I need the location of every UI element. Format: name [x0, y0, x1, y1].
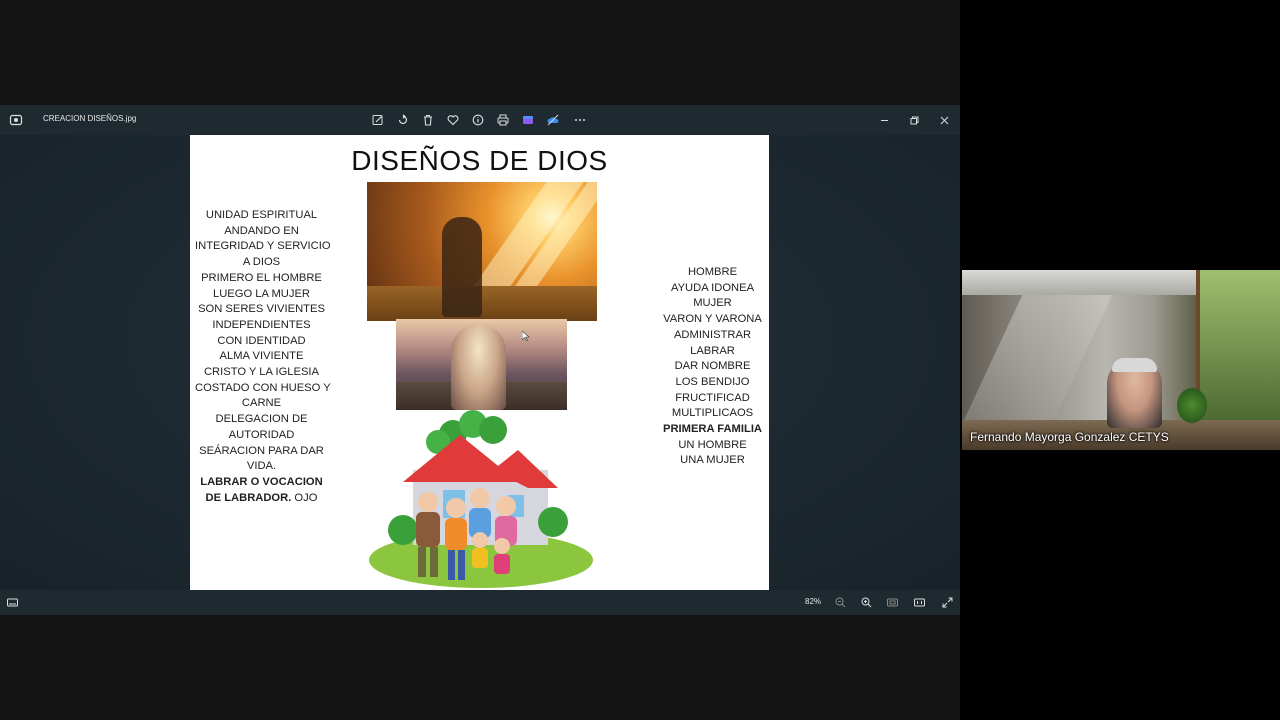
slide-image: DISEÑOS DE DIOS UNIDAD ESPIRITUAL ANDAND… [190, 135, 769, 590]
title-bar: CREACION DISEÑOS.jpg [0, 105, 960, 135]
fullscreen-icon[interactable] [941, 596, 954, 609]
zoom-level: 82% [805, 597, 822, 606]
praise-photo [367, 182, 597, 321]
left-bold-line: LABRAR O VOCACION [200, 475, 323, 488]
right-bold-line: PRIMERA FAMILIA [662, 423, 763, 436]
right-line: LABRAR [690, 344, 735, 357]
left-line: SON SERES VIVIENTES [198, 303, 325, 316]
right-line: ADMINISTRAR [673, 328, 752, 341]
favorite-icon[interactable] [445, 112, 461, 128]
left-line: PRIMERO EL HOMBRE [201, 271, 322, 284]
right-line: FRUCTIFICAD [675, 391, 750, 404]
left-line: DELEGACION DE [215, 413, 308, 426]
print-icon[interactable] [495, 112, 511, 128]
right-line: MULTIPLICAOS [671, 407, 754, 420]
slide-title: DISEÑOS DE DIOS [351, 145, 608, 176]
left-line: COSTADO CON HUESO Y [195, 381, 331, 394]
left-line: LUEGO LA MUJER [213, 287, 310, 300]
left-line: CRISTO Y LA IGLESIA [203, 366, 320, 379]
bottom-bar: 82% [0, 590, 960, 615]
actual-size-icon[interactable] [913, 596, 926, 609]
left-tail-text: OJO [291, 491, 318, 504]
right-line: LOS BENDIJO [675, 375, 750, 388]
photos-viewer-window: CREACION DISEÑOS.jpg DISEÑOS DE DIOS UNI… [0, 105, 960, 615]
right-line: AYUDA IDONEA [670, 281, 755, 294]
zoom-in-icon[interactable] [860, 596, 873, 609]
participant-video-tile[interactable]: Fernando Mayorga Gonzalez CETYS [962, 270, 1280, 450]
clipchamp-icon[interactable] [520, 112, 536, 128]
right-line: UN HOMBRE [678, 438, 747, 451]
edit-icon[interactable] [370, 112, 386, 128]
left-line: A DIOS [242, 256, 281, 269]
left-line: CARNE [241, 397, 282, 410]
left-line: AUTORIDAD [228, 428, 295, 441]
info-icon[interactable] [470, 112, 486, 128]
onedrive-icon[interactable] [545, 112, 561, 128]
rotate-icon[interactable] [395, 112, 411, 128]
file-title: CREACION DISEÑOS.jpg [43, 114, 137, 123]
left-bold-text: DE LABRADOR. [205, 491, 292, 504]
zoom-out-icon[interactable] [834, 596, 847, 609]
left-line: INDEPENDIENTES [212, 318, 311, 331]
left-last-line: DE LABRADOR. OJO [195, 491, 328, 507]
left-text-block: UNIDAD ESPIRITUAL ANDANDO EN INTEGRIDAD … [195, 208, 331, 507]
left-line: CON IDENTIDAD [217, 334, 306, 347]
fit-to-window-icon[interactable] [886, 596, 899, 609]
mouse-cursor-icon [522, 331, 530, 341]
more-icon[interactable] [572, 112, 588, 128]
family-house-illustration [369, 410, 593, 588]
left-line: INTEGRIDAD Y SERVICIO [195, 240, 331, 253]
woman-field-photo [396, 319, 567, 410]
restore-icon[interactable] [906, 112, 922, 128]
right-line: DAR NOMBRE [674, 360, 751, 373]
right-line: HOMBRE [687, 266, 738, 278]
left-line: ANDANDO EN [224, 224, 299, 237]
right-text-block: HOMBRE AYUDA IDONEA MUJER VARON Y VARONA… [658, 265, 767, 469]
participant-name: Fernando Mayorga Gonzalez CETYS [970, 430, 1169, 444]
photos-app-icon [9, 113, 23, 127]
left-line: SEÁRACION PARA DAR [199, 444, 324, 457]
close-icon[interactable] [936, 112, 952, 128]
image-canvas[interactable]: DISEÑOS DE DIOS UNIDAD ESPIRITUAL ANDAND… [0, 135, 960, 590]
right-line: UNA MUJER [680, 454, 745, 467]
left-line: ALMA VIVIENTE [219, 350, 304, 363]
left-line: UNIDAD ESPIRITUAL [205, 209, 318, 221]
left-line: VIDA. [246, 460, 277, 473]
delete-icon[interactable] [420, 112, 436, 128]
minimize-icon[interactable] [876, 112, 892, 128]
filmstrip-icon[interactable] [6, 596, 19, 609]
right-line: MUJER [693, 297, 732, 310]
right-line: VARON Y VARONA [663, 313, 762, 326]
